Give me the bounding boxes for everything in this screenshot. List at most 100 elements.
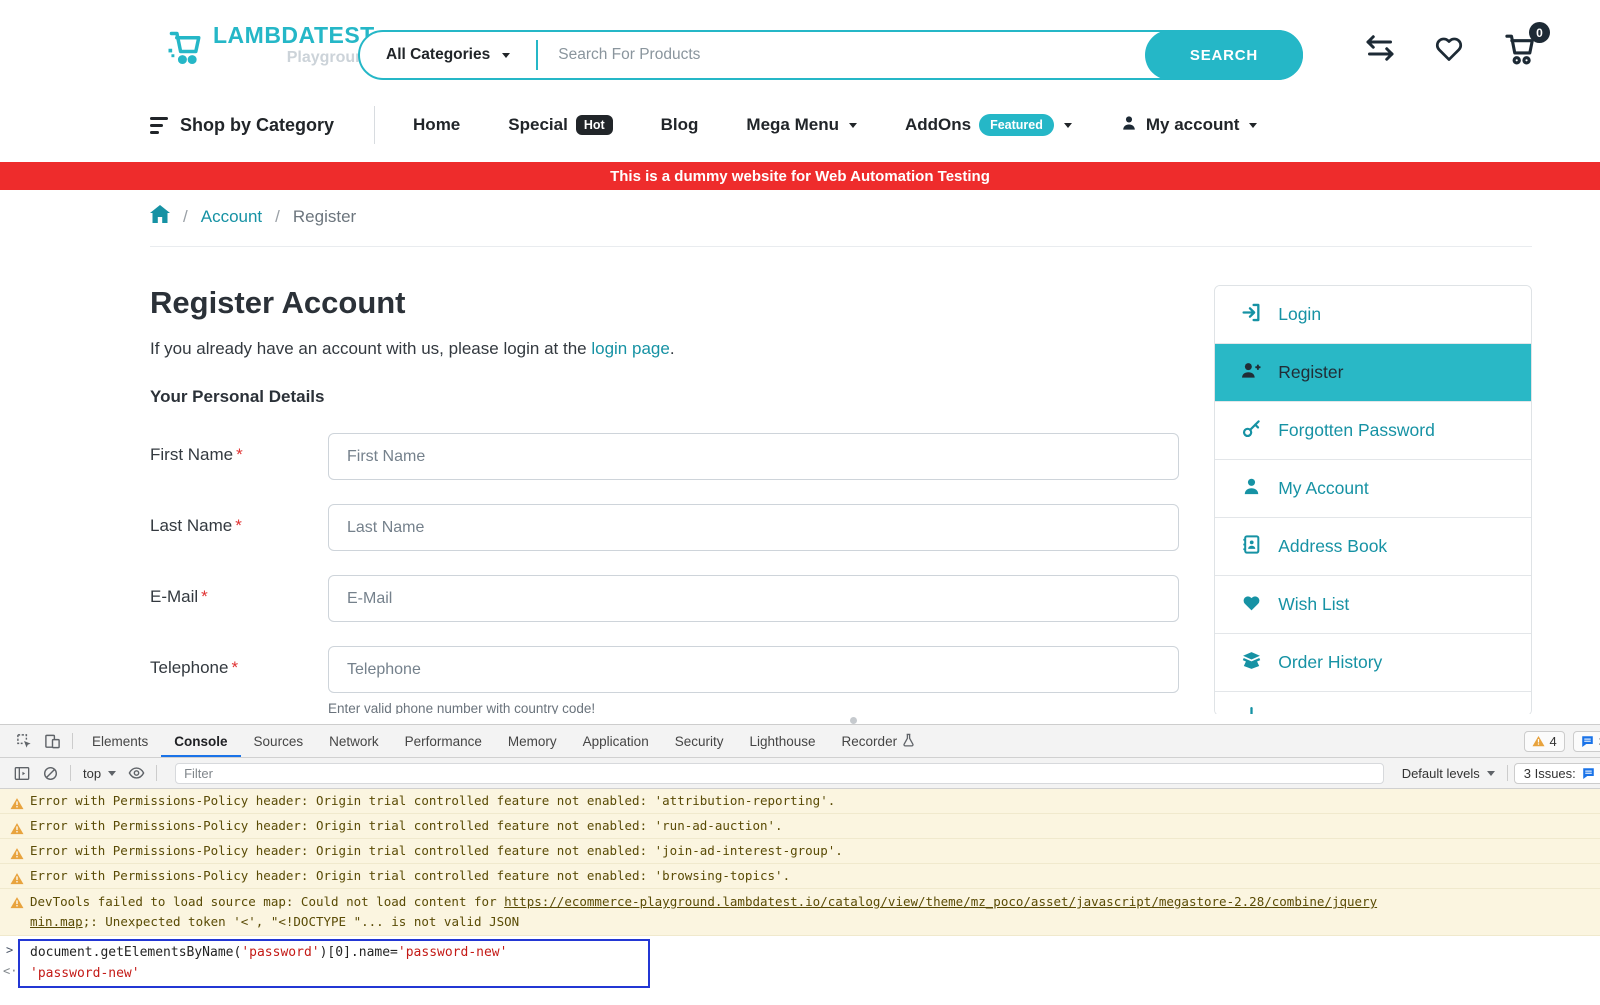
- issues-count-badge[interactable]: 3: [1573, 731, 1600, 752]
- main-nav: Shop by Category Home Special Hot Blog M…: [0, 100, 1600, 150]
- logo-cart-icon: [163, 24, 207, 73]
- sidebar-item-partial[interactable]: [1215, 692, 1531, 714]
- console-toolbar: top Default levels 3 Issues: 3: [0, 758, 1600, 789]
- compare-icon[interactable]: [1362, 33, 1398, 68]
- order-box-icon: [1241, 650, 1262, 676]
- shop-by-category-button[interactable]: Shop by Category: [150, 115, 334, 136]
- console-input-chevron: >: [6, 943, 13, 957]
- telephone-label: Telephone*: [150, 646, 328, 714]
- required-asterisk: *: [201, 587, 208, 606]
- chevron-down-icon: [1064, 123, 1072, 128]
- console-warning-row[interactable]: Error with Permissions-Policy header: Or…: [0, 839, 1600, 864]
- console-warning-text: Error with Permissions-Policy header: Or…: [30, 818, 783, 833]
- login-hint: If you already have an account with us, …: [150, 339, 1179, 359]
- tab-memory[interactable]: Memory: [495, 725, 570, 758]
- wishlist-icon[interactable]: [1432, 33, 1466, 68]
- clear-console-icon[interactable]: [36, 760, 64, 786]
- sourcemap-url-link[interactable]: https://ecommerce-playground.lambdatest.…: [504, 894, 1377, 909]
- tab-security[interactable]: Security: [662, 725, 737, 758]
- home-icon[interactable]: [150, 205, 170, 229]
- console-warnings-badge[interactable]: 4: [1524, 731, 1565, 752]
- warning-icon: [10, 819, 24, 839]
- nav-item-my-account[interactable]: My account: [1120, 114, 1258, 137]
- email-field[interactable]: [328, 575, 1179, 622]
- logo-sub-text: Playground: [213, 50, 375, 66]
- drag-handle-dot: [850, 717, 857, 724]
- devtools-resize-handle[interactable]: [0, 714, 1600, 725]
- chevron-down-icon: [502, 53, 510, 58]
- category-dropdown[interactable]: All Categories: [360, 46, 536, 64]
- breadcrumb-account-link[interactable]: Account: [201, 207, 262, 227]
- sidebar-item-login[interactable]: Login: [1215, 286, 1531, 344]
- sidebar-item-wish-list[interactable]: Wish List: [1215, 576, 1531, 634]
- console-filter-input[interactable]: [176, 764, 1383, 783]
- console-warning-text: Error with Permissions-Policy header: Or…: [30, 793, 835, 808]
- register-form-section: Register Account If you already have an …: [150, 285, 1179, 714]
- download-icon: [1241, 706, 1262, 714]
- console-sourcemap-warning-row[interactable]: DevTools failed to load source map: Coul…: [0, 889, 1600, 936]
- tab-recorder[interactable]: Recorder: [829, 725, 929, 758]
- console-warning-row[interactable]: Error with Permissions-Policy header: Or…: [0, 814, 1600, 839]
- breadcrumb-current: Register: [293, 207, 356, 227]
- chevron-down-icon: [1487, 771, 1495, 776]
- tab-sources[interactable]: Sources: [241, 725, 317, 758]
- last-name-field[interactable]: [328, 504, 1179, 551]
- sidebar-item-address-book[interactable]: Address Book: [1215, 518, 1531, 576]
- devtools-panel: Elements Console Sources Network Perform…: [0, 714, 1600, 1005]
- console-warning-row[interactable]: Error with Permissions-Policy header: Or…: [0, 864, 1600, 889]
- site-logo[interactable]: LAMBDATEST Playground: [163, 24, 375, 73]
- nav-item-addons[interactable]: AddOns Featured: [905, 114, 1072, 136]
- tab-console[interactable]: Console: [161, 725, 240, 758]
- last-name-label: Last Name*: [150, 504, 328, 551]
- login-page-link[interactable]: login page: [591, 339, 669, 358]
- sidebar-item-label: Address Book: [1278, 536, 1387, 557]
- search-input[interactable]: [538, 46, 1145, 64]
- sidebar-item-my-account[interactable]: My Account: [1215, 460, 1531, 518]
- search-button[interactable]: SEARCH: [1145, 30, 1303, 80]
- console-command-box[interactable]: document.getElementsByName('password')[0…: [18, 939, 650, 988]
- live-expression-eye-icon[interactable]: [122, 760, 150, 786]
- required-asterisk: *: [231, 658, 238, 677]
- register-form: First Name* Last Name* E-M: [150, 433, 1179, 714]
- tab-application[interactable]: Application: [570, 725, 662, 758]
- console-messages: Error with Permissions-Policy header: Or…: [0, 789, 1600, 936]
- email-label: E-Mail*: [150, 575, 328, 622]
- user-icon: [1241, 476, 1262, 502]
- sidebar-item-forgotten-password[interactable]: Forgotten Password: [1215, 402, 1531, 460]
- sidebar-item-label: Register: [1278, 362, 1343, 383]
- page-title: Register Account: [150, 285, 1179, 321]
- search-bar: All Categories SEARCH: [358, 30, 1303, 80]
- sidebar-item-label: My Account: [1278, 478, 1368, 499]
- inspect-element-icon[interactable]: [10, 728, 38, 754]
- key-icon: [1241, 418, 1262, 444]
- console-warning-row[interactable]: Error with Permissions-Policy header: Or…: [0, 789, 1600, 814]
- flask-icon: [902, 733, 915, 750]
- sourcemap-url-link[interactable]: min.map: [30, 914, 83, 929]
- nav-item-special[interactable]: Special Hot: [508, 115, 612, 135]
- console-sidebar-icon[interactable]: [8, 760, 36, 786]
- telephone-field[interactable]: [328, 646, 1179, 693]
- console-output-chevron: <·: [3, 964, 17, 978]
- nav-item-mega-menu[interactable]: Mega Menu: [746, 115, 857, 135]
- issues-button[interactable]: 3 Issues: 3: [1514, 763, 1600, 784]
- first-name-field[interactable]: [328, 433, 1179, 480]
- tab-elements[interactable]: Elements: [79, 725, 161, 758]
- nav-item-home[interactable]: Home: [413, 115, 460, 135]
- console-prompt-area[interactable]: > <· document.getElementsByName('passwor…: [0, 939, 1600, 985]
- cart-icon[interactable]: 0: [1500, 30, 1540, 71]
- device-toolbar-icon[interactable]: [38, 728, 66, 754]
- sidebar-item-register[interactable]: Register: [1215, 344, 1531, 402]
- warning-icon: [10, 844, 24, 864]
- nav-item-blog[interactable]: Blog: [661, 115, 699, 135]
- site-header: LAMBDATEST Playground All Categories SEA…: [0, 0, 1600, 100]
- warning-icon: [10, 895, 24, 915]
- log-levels-dropdown[interactable]: Default levels: [1402, 766, 1495, 781]
- tab-performance[interactable]: Performance: [392, 725, 495, 758]
- tab-lighthouse[interactable]: Lighthouse: [736, 725, 828, 758]
- tab-network[interactable]: Network: [316, 725, 392, 758]
- sign-in-icon: [1241, 302, 1262, 328]
- execution-context-dropdown[interactable]: top: [83, 766, 116, 781]
- chevron-down-icon: [849, 123, 857, 128]
- hot-badge: Hot: [576, 115, 613, 135]
- sidebar-item-order-history[interactable]: Order History: [1215, 634, 1531, 692]
